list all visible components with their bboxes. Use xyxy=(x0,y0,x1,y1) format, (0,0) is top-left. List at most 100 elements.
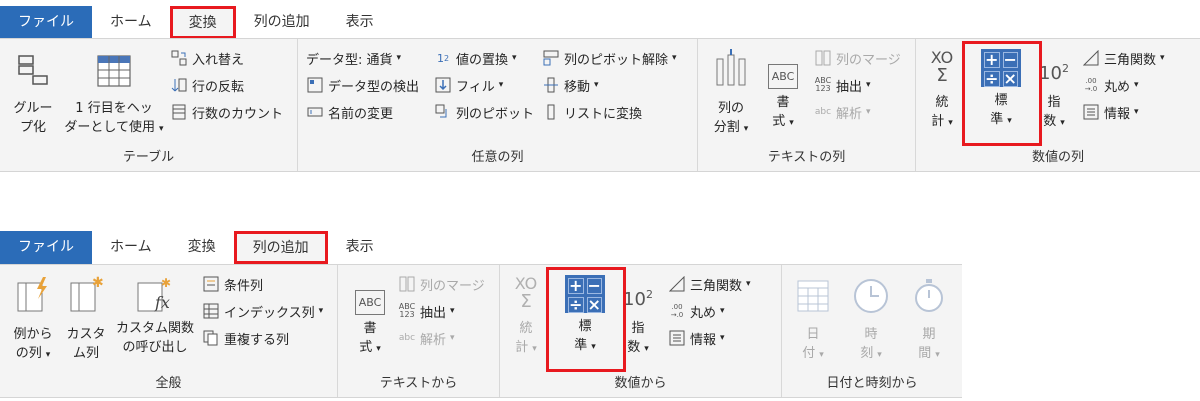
conditional-column-icon xyxy=(202,275,220,293)
group-label: テーブル xyxy=(122,150,175,165)
chevron-down-icon: ▾ xyxy=(450,333,455,343)
chevron-down-icon: ▾ xyxy=(512,53,517,63)
parse-icon: abc xyxy=(398,333,416,343)
statistics-button[interactable]: XO Σ 統 計 ▾ xyxy=(506,275,546,359)
transpose-icon xyxy=(170,49,188,67)
chevron-down-icon: ▾ xyxy=(532,344,537,354)
tab-view[interactable]: 表示 xyxy=(328,6,392,39)
tab-file[interactable]: ファイル xyxy=(0,231,92,264)
chevron-down-icon: ▾ xyxy=(376,344,381,354)
clock-icon xyxy=(854,279,888,313)
group-any-column: データ型: 通貨 ▾ データ型の検出 名前の変更 12 値の置換 ▾ フィル ▾ 列の… xyxy=(298,39,698,171)
chevron-down-icon: ▾ xyxy=(935,350,940,360)
invoke-custom-function-button[interactable]: ✱ fx カスタム関数 の呼び出し xyxy=(112,275,198,357)
format-button[interactable]: ABC 書 式 ▾ xyxy=(760,49,806,133)
detect-type-icon xyxy=(306,76,324,94)
extract-icon: ABC 123 xyxy=(398,302,416,319)
information-button[interactable]: 情報 ▾ xyxy=(668,327,725,349)
chevron-down-icon: ▾ xyxy=(1134,80,1139,90)
rounding-button[interactable]: .00 →.0 丸め ▾ xyxy=(1082,74,1139,96)
chevron-down-icon: ▾ xyxy=(746,279,751,289)
parse-button[interactable]: abc 解析 ▾ xyxy=(814,101,871,123)
triangle-icon xyxy=(1082,49,1100,67)
unpivot-icon xyxy=(542,49,560,67)
tab-add-column[interactable]: 列の追加 xyxy=(236,6,328,39)
chevron-down-icon: ▾ xyxy=(644,344,649,354)
chevron-down-icon: ▾ xyxy=(866,107,871,117)
index-column-button[interactable]: インデックス列 ▾ xyxy=(202,300,323,322)
group-table: グルー プ化 1 行目をヘッ ダーとして使用 ▾ 入れ替え 行の反転 行数のカウン… xyxy=(0,39,298,171)
chevron-down-icon: ▾ xyxy=(1060,118,1065,128)
trigonometry-button[interactable]: 三角関数 ▾ xyxy=(668,273,751,295)
format-abc-icon: ABC xyxy=(352,275,388,315)
chevron-down-icon: ▾ xyxy=(866,80,871,90)
data-type-dropdown[interactable]: データ型: 通貨 ▾ xyxy=(306,47,401,69)
rename-button[interactable]: 名前の変更 xyxy=(306,101,393,123)
fill-down-icon xyxy=(434,76,452,94)
extract-button[interactable]: ABC 123 抽出 ▾ xyxy=(814,74,871,96)
list-icon xyxy=(542,103,560,121)
rounding-button[interactable]: .00 →.0 丸め ▾ xyxy=(668,300,725,322)
replace-values-button[interactable]: 12 値の置換 ▾ xyxy=(434,47,517,69)
pivot-icon xyxy=(434,103,452,121)
statistics-icon: XO Σ xyxy=(930,48,954,86)
custom-column-button[interactable]: ✱ カスタ ム列 xyxy=(62,275,110,363)
group-text-column: 列の 分割 ▾ ABC 書 式 ▾ 列のマージ ABC 123 抽出 ▾ abc 解析 ▾… xyxy=(698,39,916,171)
reverse-rows-button[interactable]: 行の反転 xyxy=(170,74,244,96)
date-button[interactable]: 日 付 ▾ xyxy=(786,275,840,365)
tab-home[interactable]: ホーム xyxy=(92,231,170,264)
stopwatch-icon xyxy=(915,279,943,312)
format-button[interactable]: ABC 書 式 ▾ xyxy=(346,275,394,359)
fill-button[interactable]: フィル ▾ xyxy=(434,74,503,96)
split-column-icon xyxy=(716,49,746,86)
detect-data-type-button[interactable]: データ型の検出 xyxy=(306,74,419,96)
tab-add-column[interactable]: 列の追加 xyxy=(233,231,328,264)
duration-button[interactable]: 期 間 ▾ xyxy=(902,275,956,365)
time-button[interactable]: 時 刻 ▾ xyxy=(844,275,898,365)
chevron-down-icon: ▾ xyxy=(819,350,824,360)
chevron-down-icon: ▾ xyxy=(159,124,164,134)
tab-transform[interactable]: 変換 xyxy=(169,6,236,39)
extract-button[interactable]: ABC 123 抽出 ▾ xyxy=(398,300,455,322)
chevron-down-icon: ▾ xyxy=(789,118,794,128)
parse-button[interactable]: abc 解析 ▾ xyxy=(398,327,455,349)
group-label: 数値から xyxy=(614,376,667,391)
parse-icon: abc xyxy=(814,107,832,117)
information-icon xyxy=(1082,103,1100,121)
ribbon1-tabs: ファイル ホーム 変換 列の追加 表示 xyxy=(0,6,392,39)
chevron-down-icon: ▾ xyxy=(720,333,725,343)
calendar-icon xyxy=(797,280,829,312)
function-icon: ✱ fx xyxy=(135,275,175,315)
triangle-icon xyxy=(668,275,686,293)
column-from-examples-button[interactable]: 例から の列 ▾ xyxy=(6,275,60,365)
group-from-text: ABC 書 式 ▾ 列のマージ ABC 123 抽出 ▾ abc 解析 ▾ テキストから xyxy=(338,265,500,397)
tab-home[interactable]: ホーム xyxy=(92,6,170,39)
rounding-icon: .00 →.0 xyxy=(1084,77,1098,93)
tab-transform[interactable]: 変換 xyxy=(170,231,234,264)
count-rows-button[interactable]: 行数のカウント xyxy=(170,101,283,123)
chevron-down-icon: ▾ xyxy=(396,53,402,63)
merge-columns-button[interactable]: 列のマージ xyxy=(814,47,901,69)
group-general: 例から の列 ▾ ✱ カスタ ム列 ✱ fx カスタム関数 の呼び出し 条件列 イ… xyxy=(0,265,338,397)
merge-columns-icon xyxy=(398,275,416,293)
split-column-button[interactable]: 列の 分割 ▾ xyxy=(706,49,756,139)
information-button[interactable]: 情報 ▾ xyxy=(1082,101,1139,123)
move-button[interactable]: 移動 ▾ xyxy=(542,74,599,96)
merge-columns-button[interactable]: 列のマージ xyxy=(398,273,485,295)
tab-view[interactable]: 表示 xyxy=(328,231,392,264)
unpivot-columns-button[interactable]: 列のピボット解除 ▾ xyxy=(542,47,677,69)
highlight-box xyxy=(546,267,626,372)
statistics-button[interactable]: XO Σ 統 計 ▾ xyxy=(922,49,962,133)
convert-to-list-button[interactable]: リストに変換 xyxy=(542,101,642,123)
duplicate-column-button[interactable]: 重複する列 xyxy=(202,327,289,349)
tab-file[interactable]: ファイル xyxy=(0,6,92,39)
group-by-button[interactable]: グルー プ化 xyxy=(6,53,60,137)
chevron-down-icon: ▾ xyxy=(672,53,677,63)
group-label: テキストから xyxy=(379,376,458,391)
transpose-button[interactable]: 入れ替え xyxy=(170,47,244,69)
trigonometry-button[interactable]: 三角関数 ▾ xyxy=(1082,47,1165,69)
pivot-column-button[interactable]: 列のピボット xyxy=(434,101,534,123)
conditional-column-button[interactable]: 条件列 xyxy=(202,273,263,295)
chevron-down-icon: ▾ xyxy=(498,80,504,90)
use-first-row-as-headers-button[interactable]: 1 行目をヘッ ダーとして使用 ▾ xyxy=(64,53,164,139)
